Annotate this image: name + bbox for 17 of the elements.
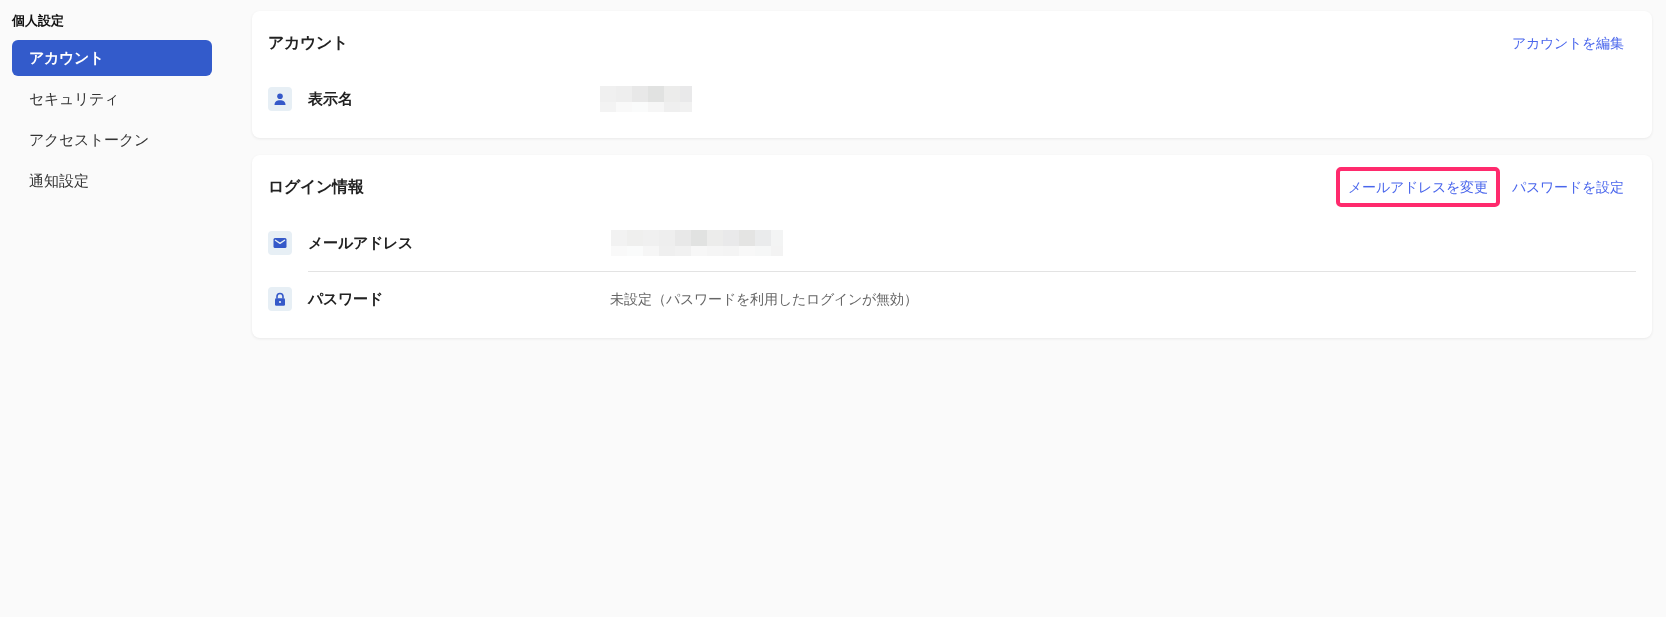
action-link[interactable]: アカウントを編集 — [1500, 27, 1636, 59]
mail-icon — [268, 231, 292, 255]
action-link[interactable]: メールアドレスを変更 — [1340, 171, 1496, 203]
field-label: メールアドレス — [308, 232, 414, 254]
field-value: 未設定（パスワードを利用したログインが無効） — [610, 290, 918, 309]
field-label: パスワード — [308, 289, 384, 311]
field-label: 表示名 — [308, 88, 354, 110]
card-title: アカウント — [268, 32, 348, 54]
sidebar-item[interactable]: 通知設定 — [12, 163, 212, 199]
card-title: ログイン情報 — [268, 176, 364, 198]
lock-icon — [268, 287, 292, 311]
sidebar-item[interactable]: アクセストークン — [12, 122, 212, 158]
sidebar-heading: 個人設定 — [12, 12, 65, 30]
sidebar-item[interactable]: アカウント — [12, 40, 212, 76]
action-link[interactable]: パスワードを設定 — [1500, 171, 1636, 203]
sidebar-item[interactable]: セキュリティ — [12, 81, 212, 117]
person-icon — [268, 87, 292, 111]
